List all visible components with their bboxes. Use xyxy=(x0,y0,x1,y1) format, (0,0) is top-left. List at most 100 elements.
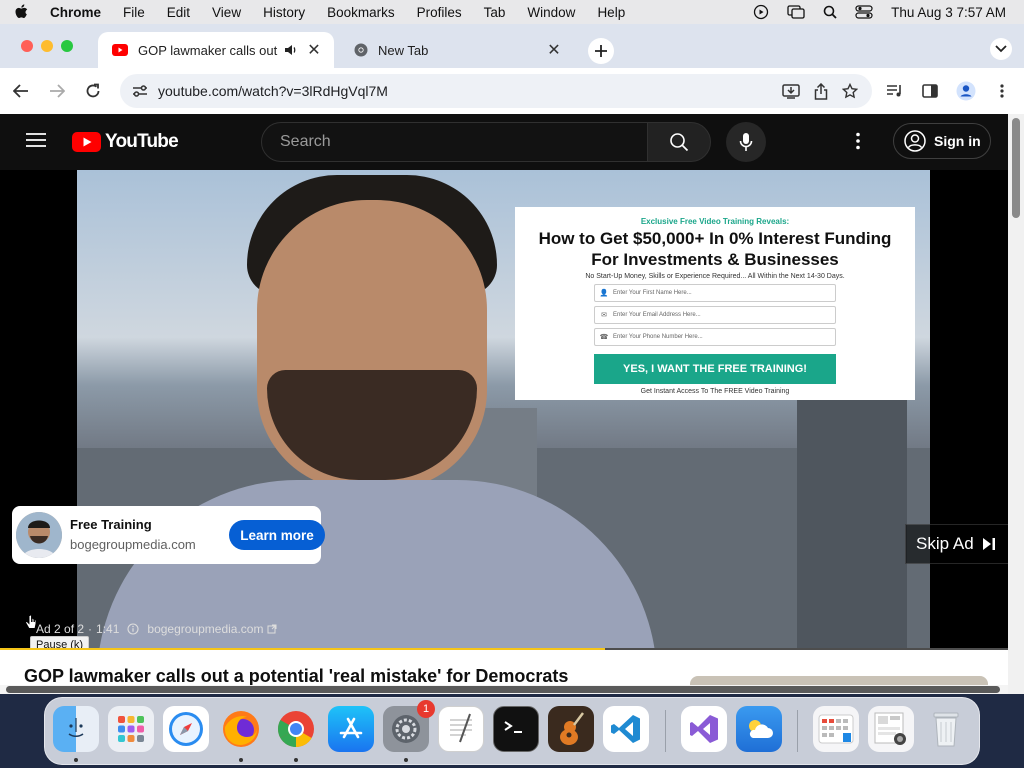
chrome-window: GOP lawmaker calls out a ✕ New Tab ✕ you… xyxy=(0,24,1024,694)
tab-search-chevron-icon[interactable] xyxy=(990,38,1012,60)
ad-info-bar: Ad 2 of 2 · 1:41 bogegroupmedia.com xyxy=(36,622,285,636)
browser-toolbar: youtube.com/watch?v=3lRdHgVql7M xyxy=(0,68,1024,115)
search-input[interactable] xyxy=(278,132,622,152)
promo-title: Free Training xyxy=(70,517,152,532)
firefox-icon[interactable] xyxy=(218,706,264,752)
youtube-logo[interactable]: YouTube xyxy=(72,131,179,153)
info-icon[interactable] xyxy=(127,623,139,635)
profile-avatar-icon[interactable] xyxy=(955,80,977,102)
side-panel-icon[interactable] xyxy=(919,80,941,102)
menu-app-name[interactable]: Chrome xyxy=(50,5,101,20)
ad-domain-link[interactable]: bogegroupmedia.com xyxy=(147,622,263,636)
sign-in-button[interactable]: Sign in xyxy=(893,123,991,159)
ad-subtext: No Start-Up Money, Skills or Experience … xyxy=(585,273,845,280)
media-controls-icon[interactable] xyxy=(884,80,906,102)
menu-edit[interactable]: Edit xyxy=(167,5,190,20)
url-text[interactable]: youtube.com/watch?v=3lRdHgVql7M xyxy=(158,83,388,99)
guide-menu-icon[interactable] xyxy=(26,132,46,148)
close-window-button[interactable] xyxy=(21,40,33,52)
screen-mirroring-icon[interactable] xyxy=(787,5,805,19)
macos-dock: 1 xyxy=(44,697,980,765)
app-store-icon[interactable] xyxy=(328,706,374,752)
control-center-icon[interactable] xyxy=(855,5,873,19)
tab-close-icon[interactable]: ✕ xyxy=(304,40,324,60)
ad-name-placeholder: Enter Your First Name Here... xyxy=(613,290,692,296)
video-player[interactable]: Exclusive Free Video Training Reveals: H… xyxy=(0,170,1008,654)
menu-history[interactable]: History xyxy=(263,5,305,20)
new-tab-button[interactable] xyxy=(588,38,614,64)
apple-menu-icon[interactable] xyxy=(14,4,36,20)
skip-next-icon xyxy=(982,537,996,551)
system-settings-icon[interactable]: 1 xyxy=(383,700,435,752)
garageband-icon[interactable] xyxy=(548,706,594,752)
horizontal-scroll-thumb[interactable] xyxy=(6,686,1000,693)
tab-youtube[interactable]: GOP lawmaker calls out a ✕ xyxy=(98,32,334,68)
reload-icon[interactable] xyxy=(82,80,104,102)
video-frame[interactable]: Exclusive Free Video Training Reveals: H… xyxy=(77,170,930,648)
terminal-icon[interactable] xyxy=(493,706,539,752)
install-app-icon[interactable] xyxy=(782,83,800,99)
launchpad-icon[interactable] xyxy=(108,706,154,752)
tab-audio-icon[interactable] xyxy=(284,44,298,56)
promo-domain: bogegroupmedia.com xyxy=(70,537,196,552)
youtube-header: YouTube Sign in xyxy=(0,114,1008,170)
menu-bookmarks[interactable]: Bookmarks xyxy=(327,5,395,20)
vscode-icon[interactable] xyxy=(603,706,649,752)
spotlight-search-icon[interactable] xyxy=(823,5,837,19)
weather-icon[interactable] xyxy=(736,706,782,752)
downloads-stack-icon[interactable] xyxy=(868,706,914,752)
back-arrow-icon[interactable] xyxy=(10,80,32,102)
site-info-icon[interactable] xyxy=(132,84,148,98)
vertical-scrollbar[interactable] xyxy=(1008,114,1024,694)
dock-separator xyxy=(797,710,798,752)
youtube-play-logo-icon xyxy=(72,132,101,152)
tab-close-icon[interactable]: ✕ xyxy=(544,40,564,60)
running-indicator xyxy=(404,758,408,762)
ad-name-field: 👤 Enter Your First Name Here... xyxy=(594,284,836,302)
horizontal-scrollbar[interactable] xyxy=(0,685,1008,694)
running-indicator xyxy=(294,758,298,762)
vertical-scroll-thumb[interactable] xyxy=(1012,118,1020,218)
ad-count: Ad 2 of 2 xyxy=(36,622,85,636)
external-link-icon[interactable] xyxy=(267,624,277,634)
bookmark-star-icon[interactable] xyxy=(842,83,858,99)
menu-profiles[interactable]: Profiles xyxy=(417,5,462,20)
ad-email-placeholder: Enter Your Email Address Here... xyxy=(613,312,701,318)
ad-promo-card[interactable]: Free Training bogegroupmedia.com Learn m… xyxy=(12,506,325,564)
play-status-icon[interactable] xyxy=(753,4,769,20)
tab-new-tab[interactable]: New Tab ✕ xyxy=(340,32,574,68)
chrome-icon[interactable] xyxy=(273,706,319,752)
microphone-icon xyxy=(739,133,753,151)
safari-icon[interactable] xyxy=(163,706,209,752)
person-icon: 👤 xyxy=(599,290,609,297)
zoom-window-button[interactable] xyxy=(61,40,73,52)
menu-window[interactable]: Window xyxy=(527,5,575,20)
mouse-hand-cursor-icon xyxy=(25,614,37,630)
dock-separator xyxy=(665,710,666,752)
account-icon xyxy=(904,130,926,152)
menu-file[interactable]: File xyxy=(123,5,145,20)
visual-studio-icon[interactable] xyxy=(681,706,727,752)
skip-ad-button[interactable]: Skip Ad xyxy=(905,524,1008,564)
ad-note: Get Instant Access To The FREE Video Tra… xyxy=(640,388,790,395)
settings-kebab-icon[interactable] xyxy=(856,132,860,150)
minimize-window-button[interactable] xyxy=(41,40,53,52)
address-bar[interactable]: youtube.com/watch?v=3lRdHgVql7M xyxy=(120,74,872,108)
share-icon[interactable] xyxy=(814,82,828,100)
menu-tab[interactable]: Tab xyxy=(484,5,506,20)
menu-help[interactable]: Help xyxy=(597,5,625,20)
calendar-widget-icon[interactable] xyxy=(813,706,859,752)
voice-search-button[interactable] xyxy=(726,122,766,162)
menubar-clock[interactable]: Thu Aug 3 7:57 AM xyxy=(891,5,1006,20)
phone-icon: ☎ xyxy=(599,334,609,341)
search-button[interactable] xyxy=(647,122,711,162)
finder-icon[interactable] xyxy=(53,706,99,752)
trash-icon[interactable] xyxy=(923,706,969,752)
textedit-icon[interactable] xyxy=(438,706,484,752)
learn-more-button[interactable]: Learn more xyxy=(229,520,325,550)
chrome-menu-icon[interactable] xyxy=(991,80,1013,102)
ad-kicker: Exclusive Free Video Training Reveals: xyxy=(640,217,790,226)
ad-email-field: ✉ Enter Your Email Address Here... xyxy=(594,306,836,324)
forward-arrow-icon[interactable] xyxy=(46,80,68,102)
menu-view[interactable]: View xyxy=(212,5,241,20)
